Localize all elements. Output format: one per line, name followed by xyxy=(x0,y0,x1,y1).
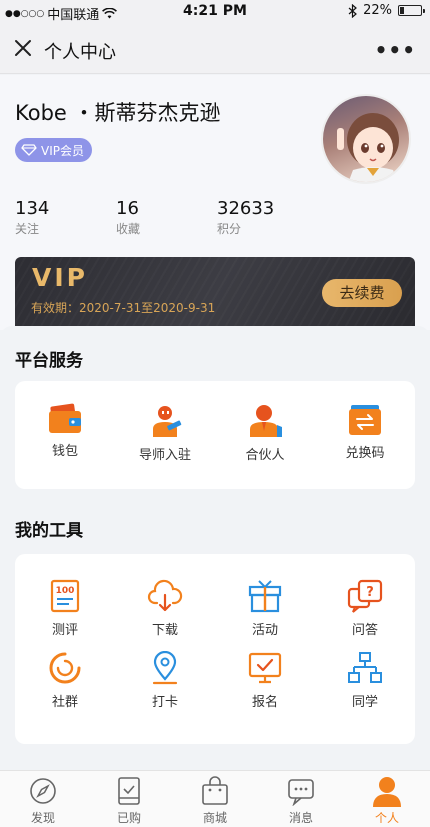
status-bar-right: 22% xyxy=(348,3,425,18)
tab-label: 商城 xyxy=(202,811,227,825)
tab-label: 发现 xyxy=(30,811,55,825)
tool-label: 报名 xyxy=(251,695,278,710)
tab-discover[interactable]: 发现 xyxy=(0,771,86,827)
stat-label: 收藏 xyxy=(116,222,141,236)
avatar-illustration xyxy=(337,113,399,182)
tab-messages[interactable]: 消息 xyxy=(258,771,344,827)
exchange-code-icon xyxy=(347,403,383,437)
stat-label: 关注 xyxy=(15,222,40,236)
partner-icon xyxy=(247,403,283,439)
section-title-my-tools: 我的工具 xyxy=(15,521,83,541)
tool-label: 打卡 xyxy=(151,695,178,710)
gift-icon xyxy=(247,578,283,614)
page-title: 个人中心 xyxy=(44,42,116,63)
purchased-icon xyxy=(112,774,146,808)
classmates-icon xyxy=(347,650,383,686)
my-tools-grid: 100 测评 下载 活动 ? 问答 社群 打卡 报名 同学 xyxy=(15,554,415,726)
tool-label: 问答 xyxy=(351,623,378,638)
vip-card-title: VIP xyxy=(32,263,88,292)
status-bar: ●●○○○ 中国联通 4:21 PM 22% xyxy=(0,0,430,24)
vip-validity: 有效期：2020-7-31至2020-9-31 xyxy=(31,301,216,315)
battery-level xyxy=(400,7,404,14)
service-label: 导师入驻 xyxy=(138,448,191,463)
svg-text:100: 100 xyxy=(56,586,75,596)
tab-bar: 发现 已购 商城 消息 个人 xyxy=(0,770,430,827)
stat-value: 16 xyxy=(116,198,139,219)
tool-signup[interactable]: 报名 xyxy=(215,640,315,726)
tab-mall[interactable]: 商城 xyxy=(172,771,258,827)
tab-label: 已购 xyxy=(116,811,141,825)
tool-activity[interactable]: 活动 xyxy=(215,554,315,640)
section-title-platform-services: 平台服务 xyxy=(15,351,83,371)
tool-assessment[interactable]: 100 测评 xyxy=(15,554,115,640)
community-icon xyxy=(47,650,83,686)
location-pin-icon xyxy=(147,650,183,686)
wallet-icon xyxy=(47,403,83,435)
service-partner[interactable]: 合伙人 xyxy=(215,381,315,463)
stat-value: 134 xyxy=(15,198,50,219)
profile-header: Kobe ・斯蒂芬杰克逊 VIP会员 134 关注 16 收藏 32633 积分… xyxy=(0,75,430,331)
platform-services-grid: 钱包 导师入驻 合伙人 兑换码 xyxy=(15,381,415,463)
svg-text:?: ? xyxy=(366,585,374,600)
diamond-icon xyxy=(21,144,37,156)
avatar[interactable] xyxy=(321,94,411,184)
stat-following[interactable]: 134 关注 xyxy=(15,198,116,237)
tab-profile[interactable]: 个人 xyxy=(344,771,430,827)
service-mentor[interactable]: 导师入驻 xyxy=(115,381,215,463)
service-exchange-code[interactable]: 兑换码 xyxy=(315,381,415,461)
message-icon xyxy=(284,774,318,808)
battery-percent: 22% xyxy=(363,3,392,18)
download-icon xyxy=(147,578,183,614)
tool-qa[interactable]: ? 问答 xyxy=(315,554,415,640)
assessment-icon: 100 xyxy=(47,578,83,614)
vip-badge-label: VIP会员 xyxy=(41,143,84,158)
mentor-icon xyxy=(147,403,183,439)
shopping-bag-icon xyxy=(198,774,232,808)
service-wallet[interactable]: 钱包 xyxy=(15,381,115,459)
stat-value: 32633 xyxy=(217,198,275,219)
tab-purchased[interactable]: 已购 xyxy=(86,771,172,827)
tool-download[interactable]: 下载 xyxy=(115,554,215,640)
compass-icon xyxy=(26,774,60,808)
user-name: Kobe ・斯蒂芬杰克逊 xyxy=(15,101,221,125)
qa-icon: ? xyxy=(347,578,383,614)
close-icon[interactable] xyxy=(12,37,34,59)
service-label: 兑换码 xyxy=(345,446,385,461)
service-label: 合伙人 xyxy=(245,448,285,463)
stat-label: 积分 xyxy=(217,222,242,236)
stats-row: 134 关注 16 收藏 32633 积分 xyxy=(15,198,318,237)
tool-label: 下载 xyxy=(151,623,178,638)
tool-label: 社群 xyxy=(51,695,78,710)
renew-button[interactable]: 去续费 xyxy=(322,279,402,307)
battery-icon xyxy=(398,5,425,16)
service-label: 钱包 xyxy=(51,444,78,459)
platform-services-card: 钱包 导师入驻 合伙人 兑换码 xyxy=(15,381,415,489)
tool-label: 活动 xyxy=(251,623,278,638)
tool-label: 测评 xyxy=(51,623,78,638)
bluetooth-icon xyxy=(348,3,358,18)
tool-checkin[interactable]: 打卡 xyxy=(115,640,215,726)
stat-points[interactable]: 32633 积分 xyxy=(217,198,318,237)
my-tools-card: 100 测评 下载 活动 ? 问答 社群 打卡 报名 同学 xyxy=(15,554,415,744)
more-options-icon[interactable]: ••• xyxy=(375,38,416,62)
vip-member-badge[interactable]: VIP会员 xyxy=(15,138,92,162)
tool-community[interactable]: 社群 xyxy=(15,640,115,726)
stat-favorites[interactable]: 16 收藏 xyxy=(116,198,217,237)
tool-classmates[interactable]: 同学 xyxy=(315,640,415,726)
vip-card: VIP 有效期：2020-7-31至2020-9-31 去续费 xyxy=(15,257,415,331)
tool-label: 同学 xyxy=(351,695,378,710)
person-icon xyxy=(370,774,404,808)
content-panel: 平台服务 钱包 导师入驻 合伙人 兑换码 我的工具 100 测评 下载 活动 ?… xyxy=(0,326,430,770)
tab-label: 消息 xyxy=(288,811,313,825)
nav-bar: 个人中心 ••• xyxy=(0,24,430,74)
tab-label: 个人 xyxy=(374,811,399,825)
signup-icon xyxy=(247,650,283,686)
